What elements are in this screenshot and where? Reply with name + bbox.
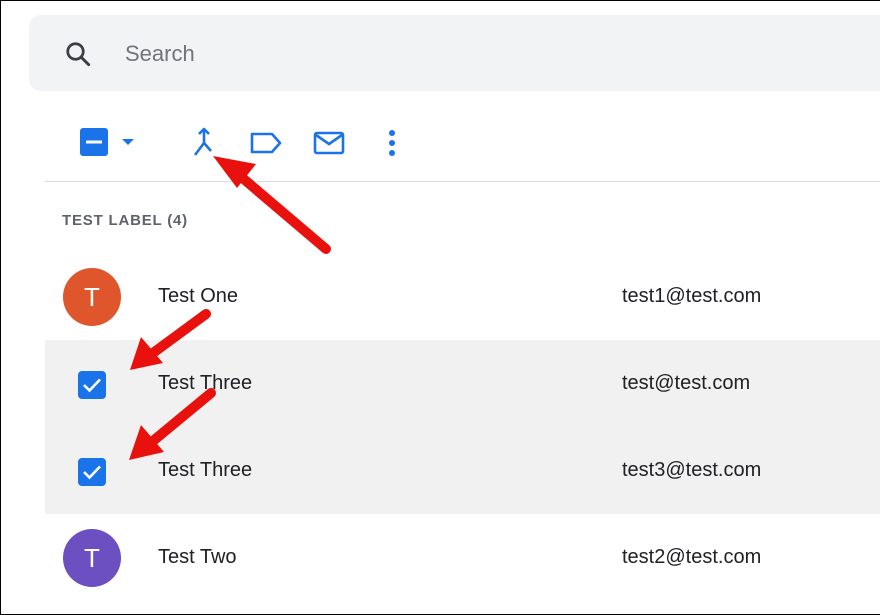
contact-name: Test Two [158, 546, 237, 568]
contact-name: Test Three [158, 459, 253, 481]
row-checkbox[interactable] [78, 371, 106, 399]
search-input[interactable] [123, 37, 527, 71]
select-all-checkbox[interactable] [79, 127, 109, 157]
contact-row[interactable]: Test Three test3@test.com [45, 427, 880, 514]
contact-row[interactable]: T Test One test1@test.com [45, 253, 880, 340]
check-icon [83, 465, 101, 480]
avatar[interactable]: T [63, 268, 121, 326]
check-icon [83, 378, 101, 393]
contact-email: test1@test.com [622, 285, 762, 307]
row-checkbox[interactable] [78, 458, 106, 486]
merge-icon[interactable] [189, 127, 219, 159]
contact-row[interactable]: Test Three test@test.com [45, 340, 880, 427]
section-label: TEST LABEL (4) [62, 212, 188, 229]
label-icon[interactable] [249, 131, 283, 155]
caret-down-icon[interactable] [121, 137, 135, 147]
toolbar-divider [45, 181, 880, 182]
more-vert-icon[interactable] [387, 127, 397, 159]
contact-name: Test One [158, 285, 239, 307]
contact-email: test@test.com [622, 372, 751, 394]
avatar[interactable]: T [63, 529, 121, 587]
search-bar[interactable] [29, 15, 880, 91]
contact-email: test3@test.com [622, 459, 762, 481]
search-icon[interactable] [63, 39, 93, 69]
contact-name: Test Three [158, 372, 253, 394]
arrow-to-merge [213, 156, 331, 254]
toolbar [1, 119, 880, 169]
mail-icon[interactable] [313, 131, 345, 155]
contacts-window: TEST LABEL (4) T Test One test1@test.com… [0, 0, 880, 615]
contact-email: test2@test.com [622, 546, 762, 568]
contact-row[interactable]: T Test Two test2@test.com [45, 514, 880, 601]
